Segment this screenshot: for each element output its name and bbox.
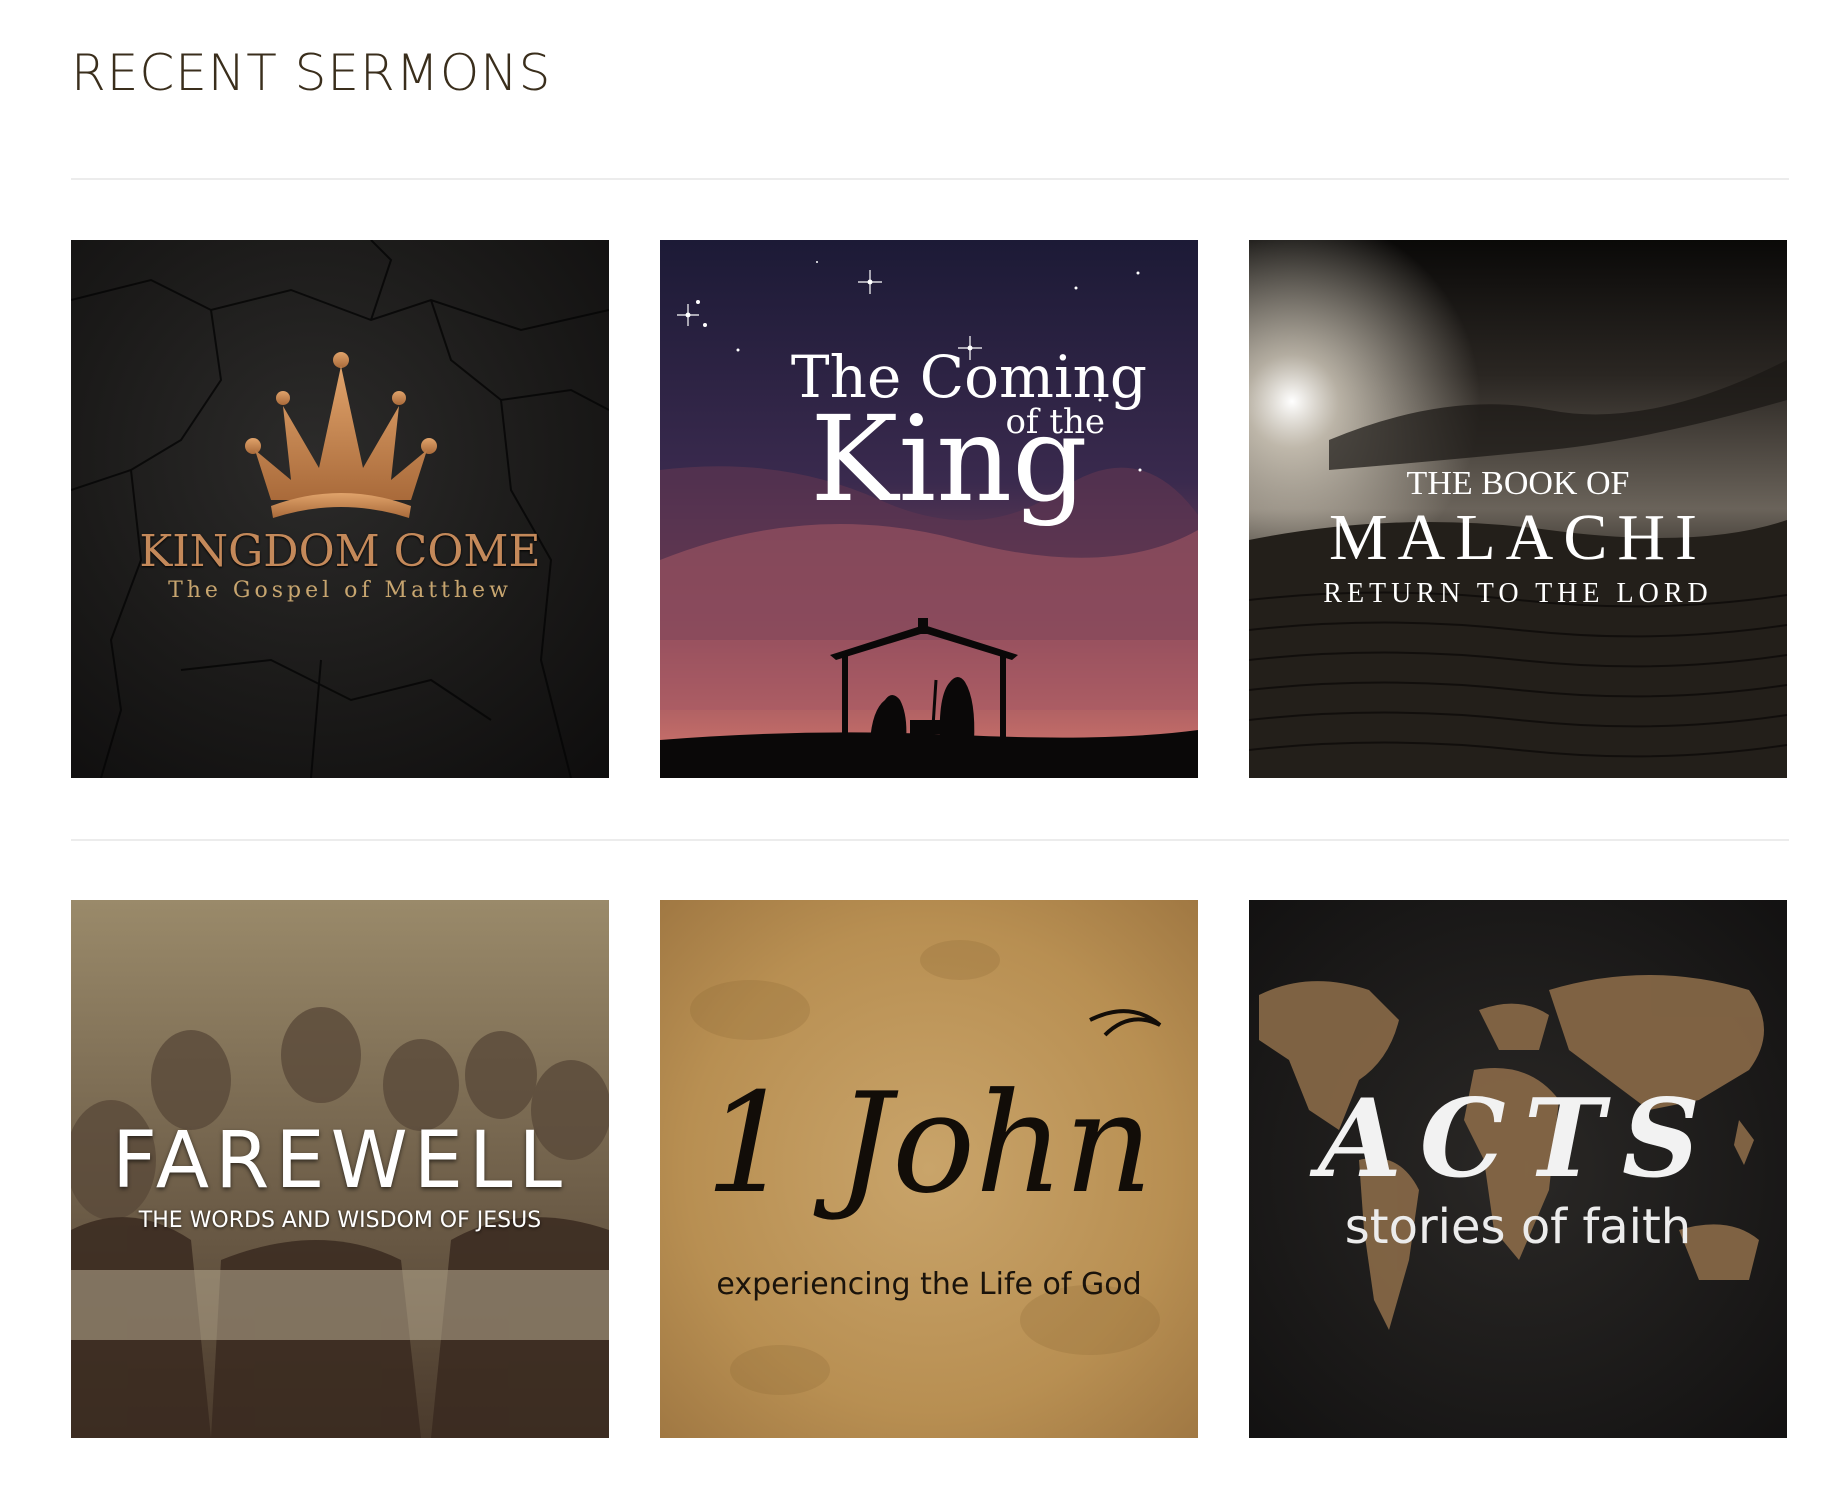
divider — [71, 178, 1789, 180]
sermon-card-kingdom-come[interactable]: KINGDOM COME The Gospel of Matthew — [71, 240, 609, 778]
sermon-title: ACTS — [1317, 1076, 1719, 1202]
sermon-subtitle: RETURN TO THE LORD — [1323, 578, 1713, 609]
sermon-title: MALACHI — [1329, 501, 1707, 574]
sermon-subtitle: The Gospel of Matthew — [168, 578, 512, 603]
sermon-subtitle: stories of faith — [1344, 1199, 1692, 1255]
sermon-card-coming-of-the-king[interactable]: The Coming of the King — [660, 240, 1198, 778]
crown-icon — [245, 352, 437, 518]
sermon-title-line-3: King — [810, 390, 1088, 528]
sermon-title: 1 John — [705, 1063, 1153, 1224]
sermon-title: FAREWELL — [112, 1116, 568, 1206]
sermon-pretitle: THE BOOK OF — [1406, 465, 1630, 502]
sermon-title: KINGDOM COME — [139, 526, 541, 577]
sermon-subtitle: THE WORDS AND WISDOM OF JESUS — [138, 1208, 542, 1233]
section-title: RECENT SERMONS — [71, 44, 552, 102]
sermon-card-farewell[interactable]: FAREWELL THE WORDS AND WISDOM OF JESUS — [71, 900, 609, 1438]
divider — [71, 839, 1789, 841]
sermon-card-1-john[interactable]: 1 John experiencing the Life of God — [660, 900, 1198, 1438]
sermon-subtitle: experiencing the Life of God — [716, 1267, 1142, 1302]
sermon-card-malachi[interactable]: THE BOOK OF MALACHI RETURN TO THE LORD — [1249, 240, 1787, 778]
sermon-card-acts[interactable]: ACTS stories of faith — [1249, 900, 1787, 1438]
